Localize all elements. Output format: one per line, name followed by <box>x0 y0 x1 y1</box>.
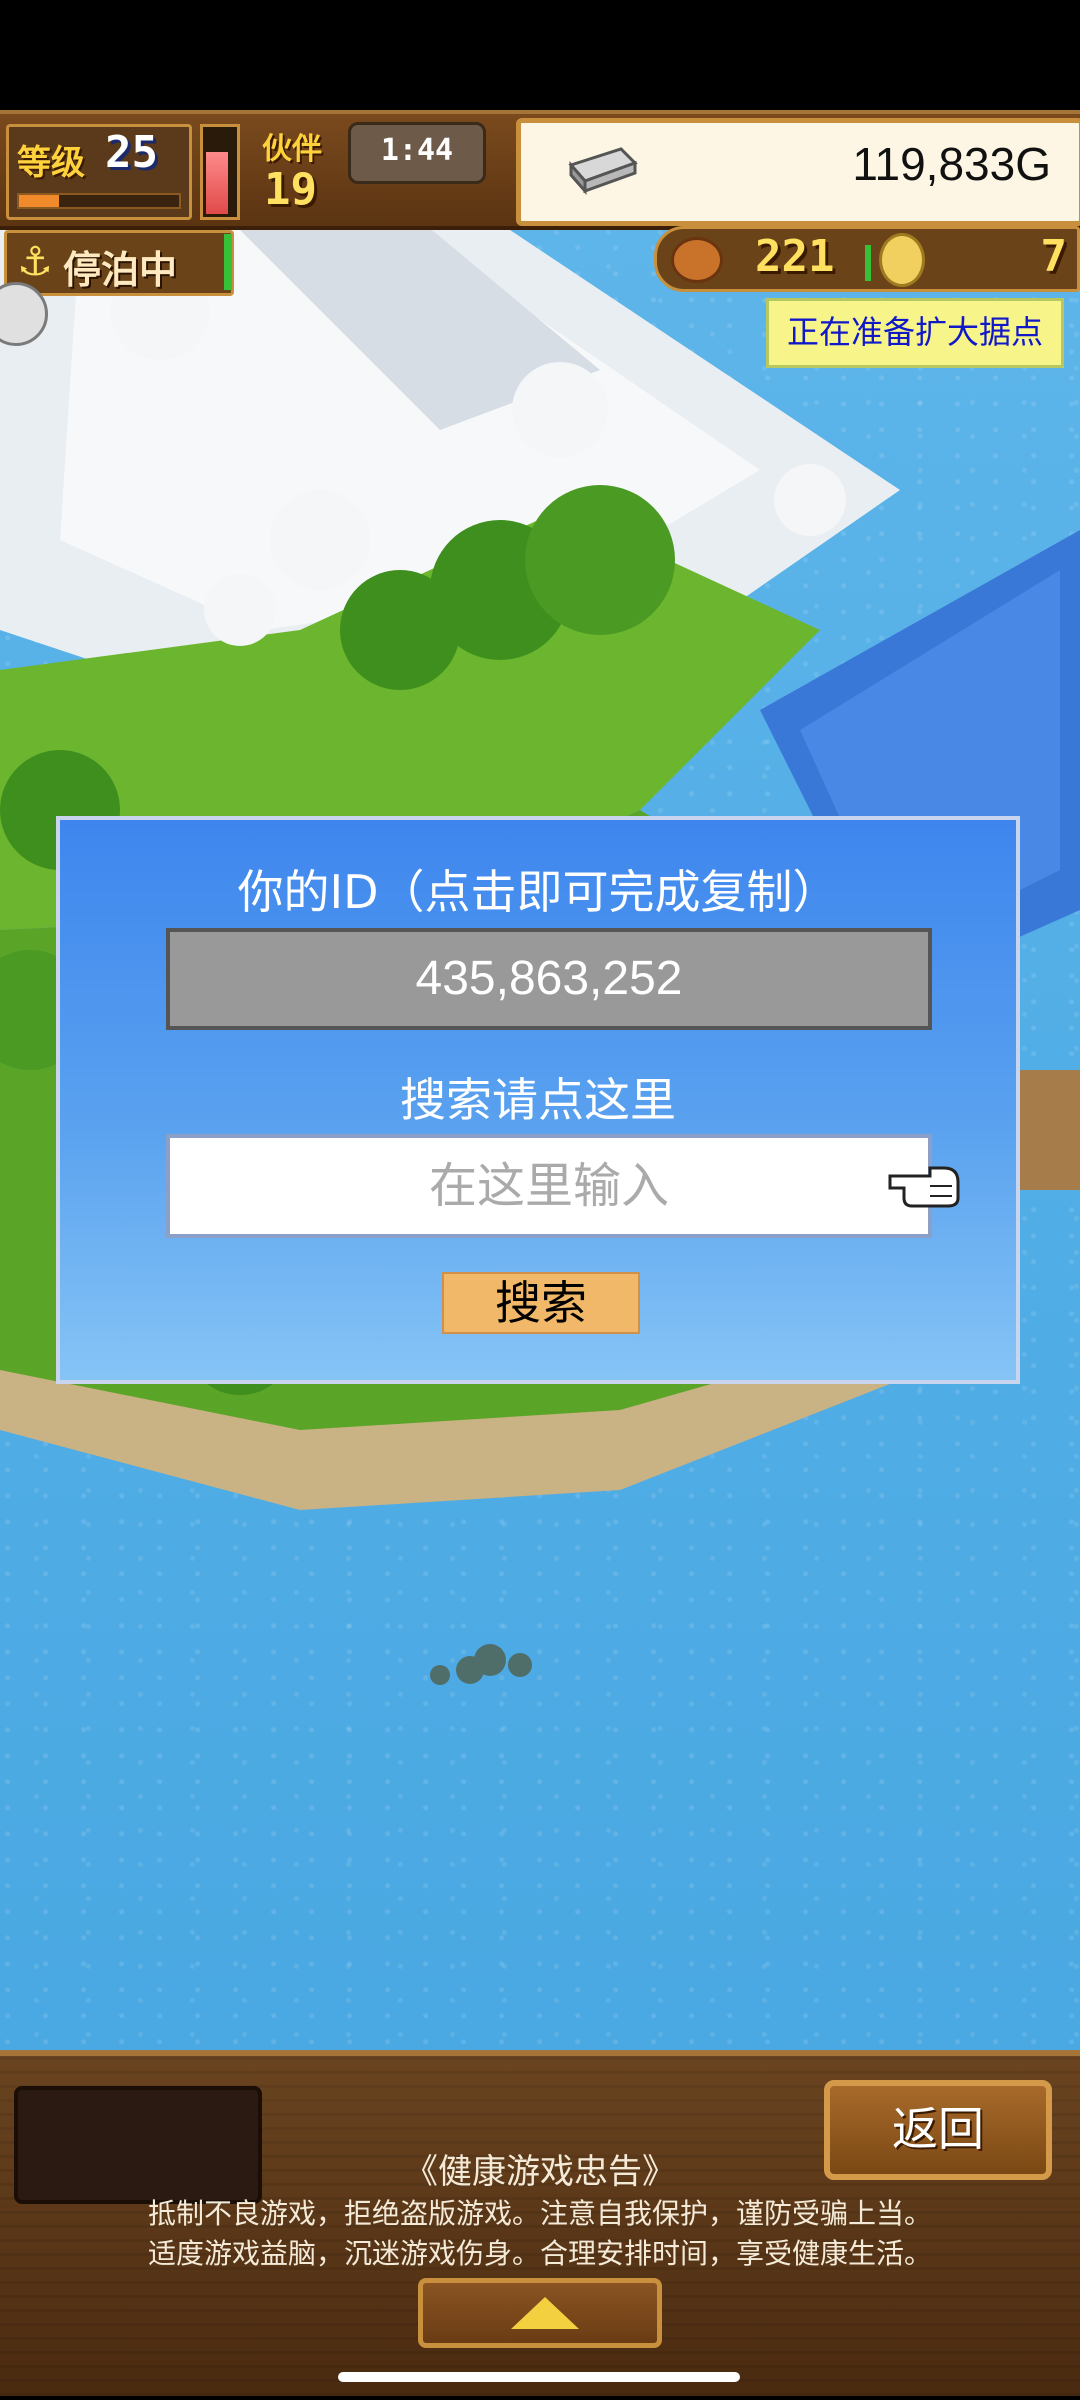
level-value: 25 <box>105 127 158 178</box>
meat-icon <box>671 237 723 283</box>
expand-menu-button[interactable] <box>418 2278 662 2348</box>
food-value: 221 <box>755 231 835 282</box>
expansion-notice[interactable]: 正在准备扩大据点 <box>766 298 1064 368</box>
dialog-title: 你的ID（点击即可完成复制） <box>237 865 839 919</box>
crew-label: 伙伴 <box>262 132 322 167</box>
status-indicator <box>224 234 232 290</box>
search-label: 搜索请点这里 <box>400 1073 676 1127</box>
search-button[interactable]: 搜索 <box>442 1272 640 1334</box>
crew-panel[interactable]: 伙伴 19 <box>252 120 342 220</box>
status-row: ⚓ 停泊中 221 7 <box>0 226 1080 296</box>
player-id-copy[interactable]: 435,863,252 <box>166 928 932 1030</box>
stamina-fill <box>206 151 228 214</box>
coin-icon <box>879 233 925 287</box>
silver-ingot-icon <box>568 147 638 195</box>
crew-value: 19 <box>264 164 317 215</box>
gold-amount: 119,833G <box>852 138 1051 190</box>
home-indicator[interactable] <box>338 2372 740 2382</box>
stamina-gauge <box>200 124 240 220</box>
top-hud: 等级 25 伙伴 19 1:44 119,833G <box>0 110 1080 230</box>
health-advice-line-2: 适度游戏益脑，沉迷游戏伤身。合理安排时间，享受健康生活。 <box>147 2237 932 2270</box>
resource-panel[interactable]: 221 7 <box>654 226 1080 292</box>
level-progress-fill <box>19 195 59 207</box>
coin-value: 7 <box>1040 231 1068 282</box>
id-search-dialog: 你的ID（点击即可完成复制） 435,863,252 搜索请点这里 在这里输入 … <box>56 816 1020 1384</box>
level-label: 等级 <box>17 143 85 183</box>
gold-panel[interactable]: 119,833G <box>516 118 1080 226</box>
level-panel[interactable]: 等级 25 <box>6 124 192 220</box>
health-advice-title: 《健康游戏忠告》 <box>404 2152 676 2192</box>
status-label: 停泊中 <box>63 248 178 292</box>
level-progress-bar <box>17 193 181 209</box>
food-indicator <box>865 245 871 281</box>
anchor-status[interactable]: ⚓ 停泊中 <box>4 230 234 296</box>
arrow-up-icon <box>511 2297 579 2329</box>
bottom-panel: 返回 《健康游戏忠告》 抵制不良游戏，拒绝盗版游戏。注意自我保护，谨防受骗上当。… <box>0 2050 1080 2396</box>
game-clock: 1:44 <box>348 122 486 184</box>
search-input[interactable]: 在这里输入 <box>166 1134 932 1238</box>
health-advice-line-1: 抵制不良游戏，拒绝盗版游戏。注意自我保护，谨防受骗上当。 <box>147 2197 932 2230</box>
anchor-icon: ⚓ <box>17 239 53 285</box>
pointing-hand-icon <box>888 1166 960 1208</box>
